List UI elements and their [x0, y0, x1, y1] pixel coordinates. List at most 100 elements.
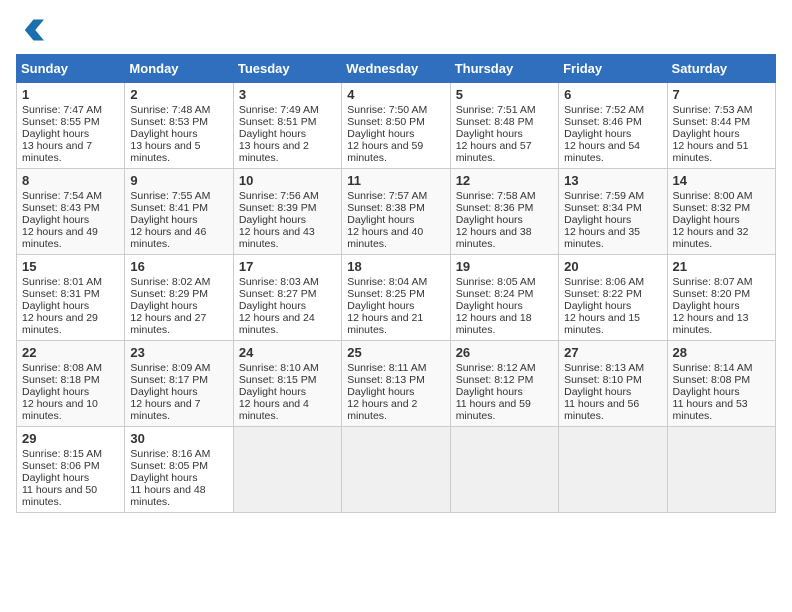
daylight-label: Daylight hours	[130, 300, 197, 312]
daylight-label: Daylight hours	[22, 386, 89, 398]
daylight-label: Daylight hours	[564, 128, 631, 140]
daylight-label: Daylight hours	[239, 214, 306, 226]
daylight-label: Daylight hours	[22, 300, 89, 312]
daylight-label: Daylight hours	[130, 214, 197, 226]
sunrise-label: Sunrise: 7:51 AM	[456, 104, 536, 116]
daylight-value: 12 hours and 46 minutes.	[130, 226, 206, 250]
sunset-label: Sunset: 8:39 PM	[239, 202, 317, 214]
sunrise-label: Sunrise: 8:09 AM	[130, 362, 210, 374]
daylight-value: 12 hours and 4 minutes.	[239, 398, 309, 422]
weekday-header-wednesday: Wednesday	[342, 55, 450, 83]
sunrise-label: Sunrise: 7:55 AM	[130, 190, 210, 202]
daylight-label: Daylight hours	[130, 128, 197, 140]
sunset-label: Sunset: 8:24 PM	[456, 288, 534, 300]
day-number: 6	[564, 87, 661, 102]
day-number: 25	[347, 345, 444, 360]
day-number: 13	[564, 173, 661, 188]
daylight-label: Daylight hours	[456, 214, 523, 226]
daylight-label: Daylight hours	[130, 472, 197, 484]
daylight-value: 12 hours and 43 minutes.	[239, 226, 315, 250]
day-number: 11	[347, 173, 444, 188]
sunset-label: Sunset: 8:38 PM	[347, 202, 425, 214]
daylight-value: 11 hours and 56 minutes.	[564, 398, 639, 422]
daylight-label: Daylight hours	[347, 300, 414, 312]
daylight-value: 12 hours and 32 minutes.	[673, 226, 749, 250]
daylight-label: Daylight hours	[456, 386, 523, 398]
daylight-label: Daylight hours	[22, 214, 89, 226]
sunrise-label: Sunrise: 8:10 AM	[239, 362, 319, 374]
calendar-cell: 10Sunrise: 7:56 AMSunset: 8:39 PMDayligh…	[233, 169, 341, 255]
daylight-label: Daylight hours	[673, 386, 740, 398]
sunset-label: Sunset: 8:25 PM	[347, 288, 425, 300]
daylight-value: 13 hours and 7 minutes.	[22, 140, 92, 164]
daylight-label: Daylight hours	[564, 386, 631, 398]
sunset-label: Sunset: 8:46 PM	[564, 116, 642, 128]
sunset-label: Sunset: 8:12 PM	[456, 374, 534, 386]
sunset-label: Sunset: 8:10 PM	[564, 374, 642, 386]
daylight-label: Daylight hours	[673, 128, 740, 140]
daylight-label: Daylight hours	[239, 128, 306, 140]
sunrise-label: Sunrise: 8:06 AM	[564, 276, 644, 288]
weekday-header-sunday: Sunday	[17, 55, 125, 83]
sunset-label: Sunset: 8:36 PM	[456, 202, 534, 214]
daylight-label: Daylight hours	[456, 128, 523, 140]
sunrise-label: Sunrise: 7:50 AM	[347, 104, 427, 116]
sunset-label: Sunset: 8:55 PM	[22, 116, 100, 128]
calendar-week-1: 1Sunrise: 7:47 AMSunset: 8:55 PMDaylight…	[17, 83, 776, 169]
sunset-label: Sunset: 8:06 PM	[22, 460, 100, 472]
weekday-header-tuesday: Tuesday	[233, 55, 341, 83]
daylight-label: Daylight hours	[456, 300, 523, 312]
calendar-cell: 1Sunrise: 7:47 AMSunset: 8:55 PMDaylight…	[17, 83, 125, 169]
calendar-week-2: 8Sunrise: 7:54 AMSunset: 8:43 PMDaylight…	[17, 169, 776, 255]
sunset-label: Sunset: 8:15 PM	[239, 374, 317, 386]
sunset-label: Sunset: 8:22 PM	[564, 288, 642, 300]
daylight-value: 12 hours and 38 minutes.	[456, 226, 532, 250]
sunrise-label: Sunrise: 8:01 AM	[22, 276, 102, 288]
weekday-header-thursday: Thursday	[450, 55, 558, 83]
day-number: 27	[564, 345, 661, 360]
sunrise-label: Sunrise: 7:49 AM	[239, 104, 319, 116]
calendar-cell: 24 Sunrise: 8:10 AMSunset: 8:15 PMDayligh…	[233, 341, 341, 427]
daylight-label: Daylight hours	[22, 128, 89, 140]
calendar-cell: 7Sunrise: 7:53 AMSunset: 8:44 PMDaylight…	[667, 83, 775, 169]
sunset-label: Sunset: 8:43 PM	[22, 202, 100, 214]
daylight-value: 12 hours and 18 minutes.	[456, 312, 532, 336]
day-number: 10	[239, 173, 336, 188]
day-number: 20	[564, 259, 661, 274]
calendar-cell: 26Sunrise: 8:12 AMSunset: 8:12 PMDayligh…	[450, 341, 558, 427]
daylight-label: Daylight hours	[673, 300, 740, 312]
calendar-cell: 23Sunrise: 8:09 AMSunset: 8:17 PMDayligh…	[125, 341, 233, 427]
weekday-header-friday: Friday	[559, 55, 667, 83]
calendar-cell: 6 Sunrise: 7:52 AMSunset: 8:46 PMDaylight…	[559, 83, 667, 169]
daylight-label: Daylight hours	[564, 214, 631, 226]
page-header	[16, 16, 776, 44]
daylight-value: 12 hours and 59 minutes.	[347, 140, 423, 164]
sunset-label: Sunset: 8:20 PM	[673, 288, 751, 300]
day-number: 15	[22, 259, 119, 274]
day-number: 3	[239, 87, 336, 102]
daylight-label: Daylight hours	[130, 386, 197, 398]
calendar-cell: 15Sunrise: 8:01 AMSunset: 8:31 PMDayligh…	[17, 255, 125, 341]
calendar-cell: 3Sunrise: 7:49 AMSunset: 8:51 PMDaylight…	[233, 83, 341, 169]
day-number: 12	[456, 173, 553, 188]
sunrise-label: Sunrise: 8:02 AM	[130, 276, 210, 288]
calendar-cell: 20Sunrise: 8:06 AMSunset: 8:22 PMDayligh…	[559, 255, 667, 341]
sunset-label: Sunset: 8:50 PM	[347, 116, 425, 128]
calendar-cell	[450, 427, 558, 513]
sunset-label: Sunset: 8:48 PM	[456, 116, 534, 128]
daylight-label: Daylight hours	[347, 386, 414, 398]
daylight-label: Daylight hours	[239, 386, 306, 398]
sunset-label: Sunset: 8:29 PM	[130, 288, 208, 300]
day-number: 1	[22, 87, 119, 102]
day-number: 4	[347, 87, 444, 102]
daylight-value: 12 hours and 57 minutes.	[456, 140, 532, 164]
calendar-cell: 22Sunrise: 8:08 AMSunset: 8:18 PMDayligh…	[17, 341, 125, 427]
daylight-label: Daylight hours	[347, 214, 414, 226]
sunset-label: Sunset: 8:13 PM	[347, 374, 425, 386]
daylight-value: 12 hours and 51 minutes.	[673, 140, 749, 164]
day-number: 14	[673, 173, 770, 188]
day-number: 24	[239, 345, 336, 360]
calendar-cell: 9Sunrise: 7:55 AMSunset: 8:41 PMDaylight…	[125, 169, 233, 255]
weekday-header-monday: Monday	[125, 55, 233, 83]
sunrise-label: Sunrise: 7:52 AM	[564, 104, 644, 116]
